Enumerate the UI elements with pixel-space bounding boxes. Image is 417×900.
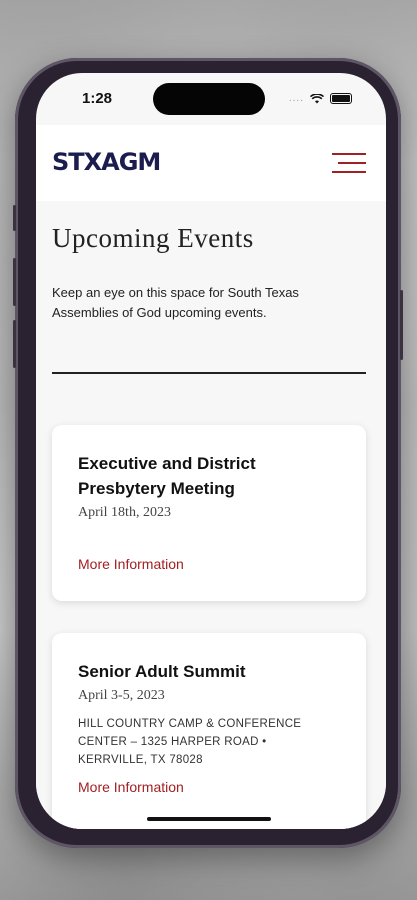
event-title: Executive and District Presbytery Meetin… [78, 454, 256, 498]
battery-icon [330, 93, 352, 104]
more-information-link[interactable]: More Information [78, 556, 184, 572]
signal-icon: .... [288, 93, 304, 104]
event-title: Senior Adult Summit [78, 662, 246, 681]
phone-screen: 1:28 .... STXAGM Upcoming Events Keep an… [36, 73, 386, 829]
event-date: April 3-5, 2023 [78, 688, 165, 703]
page-title: Upcoming Events [52, 223, 254, 253]
main-content: Upcoming Events Keep an eye on this spac… [36, 201, 386, 829]
site-header: STXAGM [36, 125, 386, 201]
logo[interactable]: STXAGM [52, 148, 161, 176]
status-bar: 1:28 .... [36, 73, 386, 125]
dynamic-island [153, 83, 265, 115]
hamburger-menu-icon[interactable] [332, 151, 366, 175]
phone-volume-up [13, 258, 16, 306]
more-information-link[interactable]: More Information [78, 779, 184, 795]
event-card[interactable]: Executive and District Presbytery Meetin… [52, 425, 366, 601]
wifi-icon [310, 93, 324, 103]
status-time: 1:28 [82, 90, 113, 107]
divider [52, 372, 366, 374]
page-intro: Keep an eye on this space for South Texa… [52, 285, 299, 320]
event-location: HILL COUNTRY CAMP & CONFERENCE CENTER – … [78, 718, 302, 766]
phone-volume-down [13, 320, 16, 368]
home-indicator[interactable] [147, 817, 271, 821]
phone-power-button [400, 290, 403, 360]
event-date: April 18th, 2023 [78, 505, 171, 520]
status-icons: .... [289, 93, 352, 104]
event-card[interactable]: Senior Adult Summit April 3-5, 2023 HILL… [52, 633, 366, 829]
phone-side-button [13, 205, 16, 231]
